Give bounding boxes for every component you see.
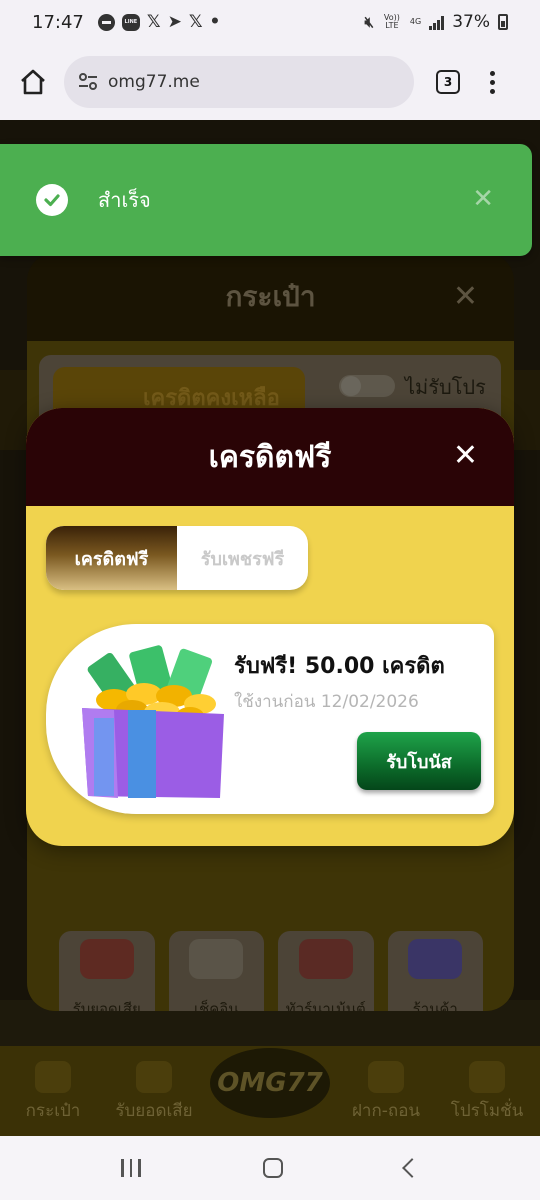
x-app-icon: 𝕏	[188, 12, 203, 32]
tile-tournament[interactable]: ทัวร์นาเม้นต์	[278, 931, 374, 1011]
more-notifications-icon: •	[209, 12, 221, 32]
gift-box-icon	[82, 645, 224, 798]
home-button-icon[interactable]	[262, 1158, 283, 1178]
status-time: 17:47	[32, 11, 84, 33]
battery-percent: 37%	[452, 12, 490, 32]
promotion-icon	[469, 1061, 505, 1093]
free-credit-offer-card: รับฟรี! 50.00 เครดิต ใช้งานก่อน 12/02/20…	[46, 624, 494, 814]
overflow-menu-icon[interactable]	[490, 70, 495, 94]
toast-close-icon[interactable]: ✕	[472, 184, 494, 214]
mute-icon: 🔇︎	[364, 13, 374, 31]
battery-icon	[498, 14, 508, 30]
telegram-icon: ➤	[167, 12, 182, 32]
wallet-header: กระเป๋า ✕	[27, 253, 514, 341]
back-icon[interactable]	[401, 1158, 422, 1178]
tab-switcher-icon[interactable]: 3	[436, 70, 460, 94]
free-credit-modal: เครดิตฟรี ✕ เครดิตฟรี รับเพชรฟรี รับฟรี!…	[26, 408, 514, 846]
store-icon	[408, 939, 463, 979]
offer-expiry: ใช้งานก่อน 12/02/2026	[234, 692, 419, 712]
notification-icons: LINE 𝕏 ➤ 𝕏 •	[97, 12, 221, 32]
nav-promotions[interactable]: โปรโมชั่น	[442, 1061, 532, 1124]
tile-check-in[interactable]: เช็คอิน	[168, 931, 264, 1011]
signal-icon	[429, 14, 445, 30]
line-app-icon: LINE	[121, 13, 140, 31]
wallet-close-icon[interactable]: ✕	[453, 279, 478, 314]
money-bag-icon	[79, 939, 134, 979]
calendar-icon	[189, 939, 244, 979]
map-pin-icon	[298, 939, 353, 979]
system-status: 🔇︎ Vo)) LTE 4G 37%	[364, 12, 508, 32]
system-nav-bar	[0, 1136, 540, 1200]
tile-loss-return[interactable]: รับยอดเสีย	[59, 931, 155, 1011]
nav-wallet[interactable]: กระเป๋า	[8, 1061, 98, 1124]
home-icon[interactable]	[16, 65, 50, 99]
recents-icon[interactable]	[121, 1159, 141, 1177]
nav-loss-return[interactable]: รับยอดเสีย	[109, 1061, 199, 1124]
bottom-nav: กระเป๋า รับยอดเสีย OMG77 ฝาก-ถอน โปรโมชั…	[0, 1046, 540, 1136]
tile-shop[interactable]: ร้านค้า	[387, 931, 483, 1011]
modal-title: เครดิตฟรี	[208, 439, 332, 475]
address-bar[interactable]: omg77.me	[64, 56, 414, 108]
wallet-title: กระเป๋า	[225, 280, 316, 313]
claim-bonus-button[interactable]: รับโบนัส	[357, 732, 481, 790]
no-promo-toggle[interactable]	[339, 375, 395, 397]
tab-free-gems[interactable]: รับเพชรฟรี	[177, 526, 308, 590]
close-icon[interactable]: ✕	[453, 438, 478, 474]
reward-tabs: เครดิตฟรี รับเพชรฟรี	[46, 526, 308, 590]
tab-free-credit[interactable]: เครดิตฟรี	[46, 526, 177, 590]
modal-header: เครดิตฟรี ✕	[26, 408, 514, 506]
network-type: 4G	[409, 17, 422, 26]
money-icon	[136, 1061, 172, 1093]
deposit-icon	[368, 1061, 404, 1093]
wallet-icon	[35, 1061, 71, 1093]
wallet-menu: รับยอดเสีย เช็คอิน ทัวร์นาเม้นต์ ร้านค้า	[59, 931, 483, 1011]
dnd-icon	[97, 13, 115, 31]
nav-home-logo[interactable]: OMG77	[210, 1048, 330, 1118]
toast-message: สำเร็จ	[98, 188, 151, 212]
no-promo-label: ไม่รับโปร	[405, 375, 486, 399]
volte-icon: Vo)) LTE	[383, 13, 400, 30]
x-app-icon: 𝕏	[146, 12, 161, 32]
check-circle-icon	[36, 184, 68, 216]
browser-toolbar: omg77.me 3	[0, 44, 540, 120]
url-text[interactable]: omg77.me	[108, 72, 200, 92]
offer-title: รับฟรี! 50.00 เครดิต	[234, 654, 445, 679]
status-bar: 17:47 LINE 𝕏 ➤ 𝕏 • 🔇︎ Vo)) LTE 4G 37%	[0, 0, 540, 44]
nav-deposit-withdraw[interactable]: ฝาก-ถอน	[341, 1061, 431, 1124]
site-settings-icon[interactable]	[78, 73, 98, 91]
success-toast: สำเร็จ ✕	[0, 144, 532, 256]
